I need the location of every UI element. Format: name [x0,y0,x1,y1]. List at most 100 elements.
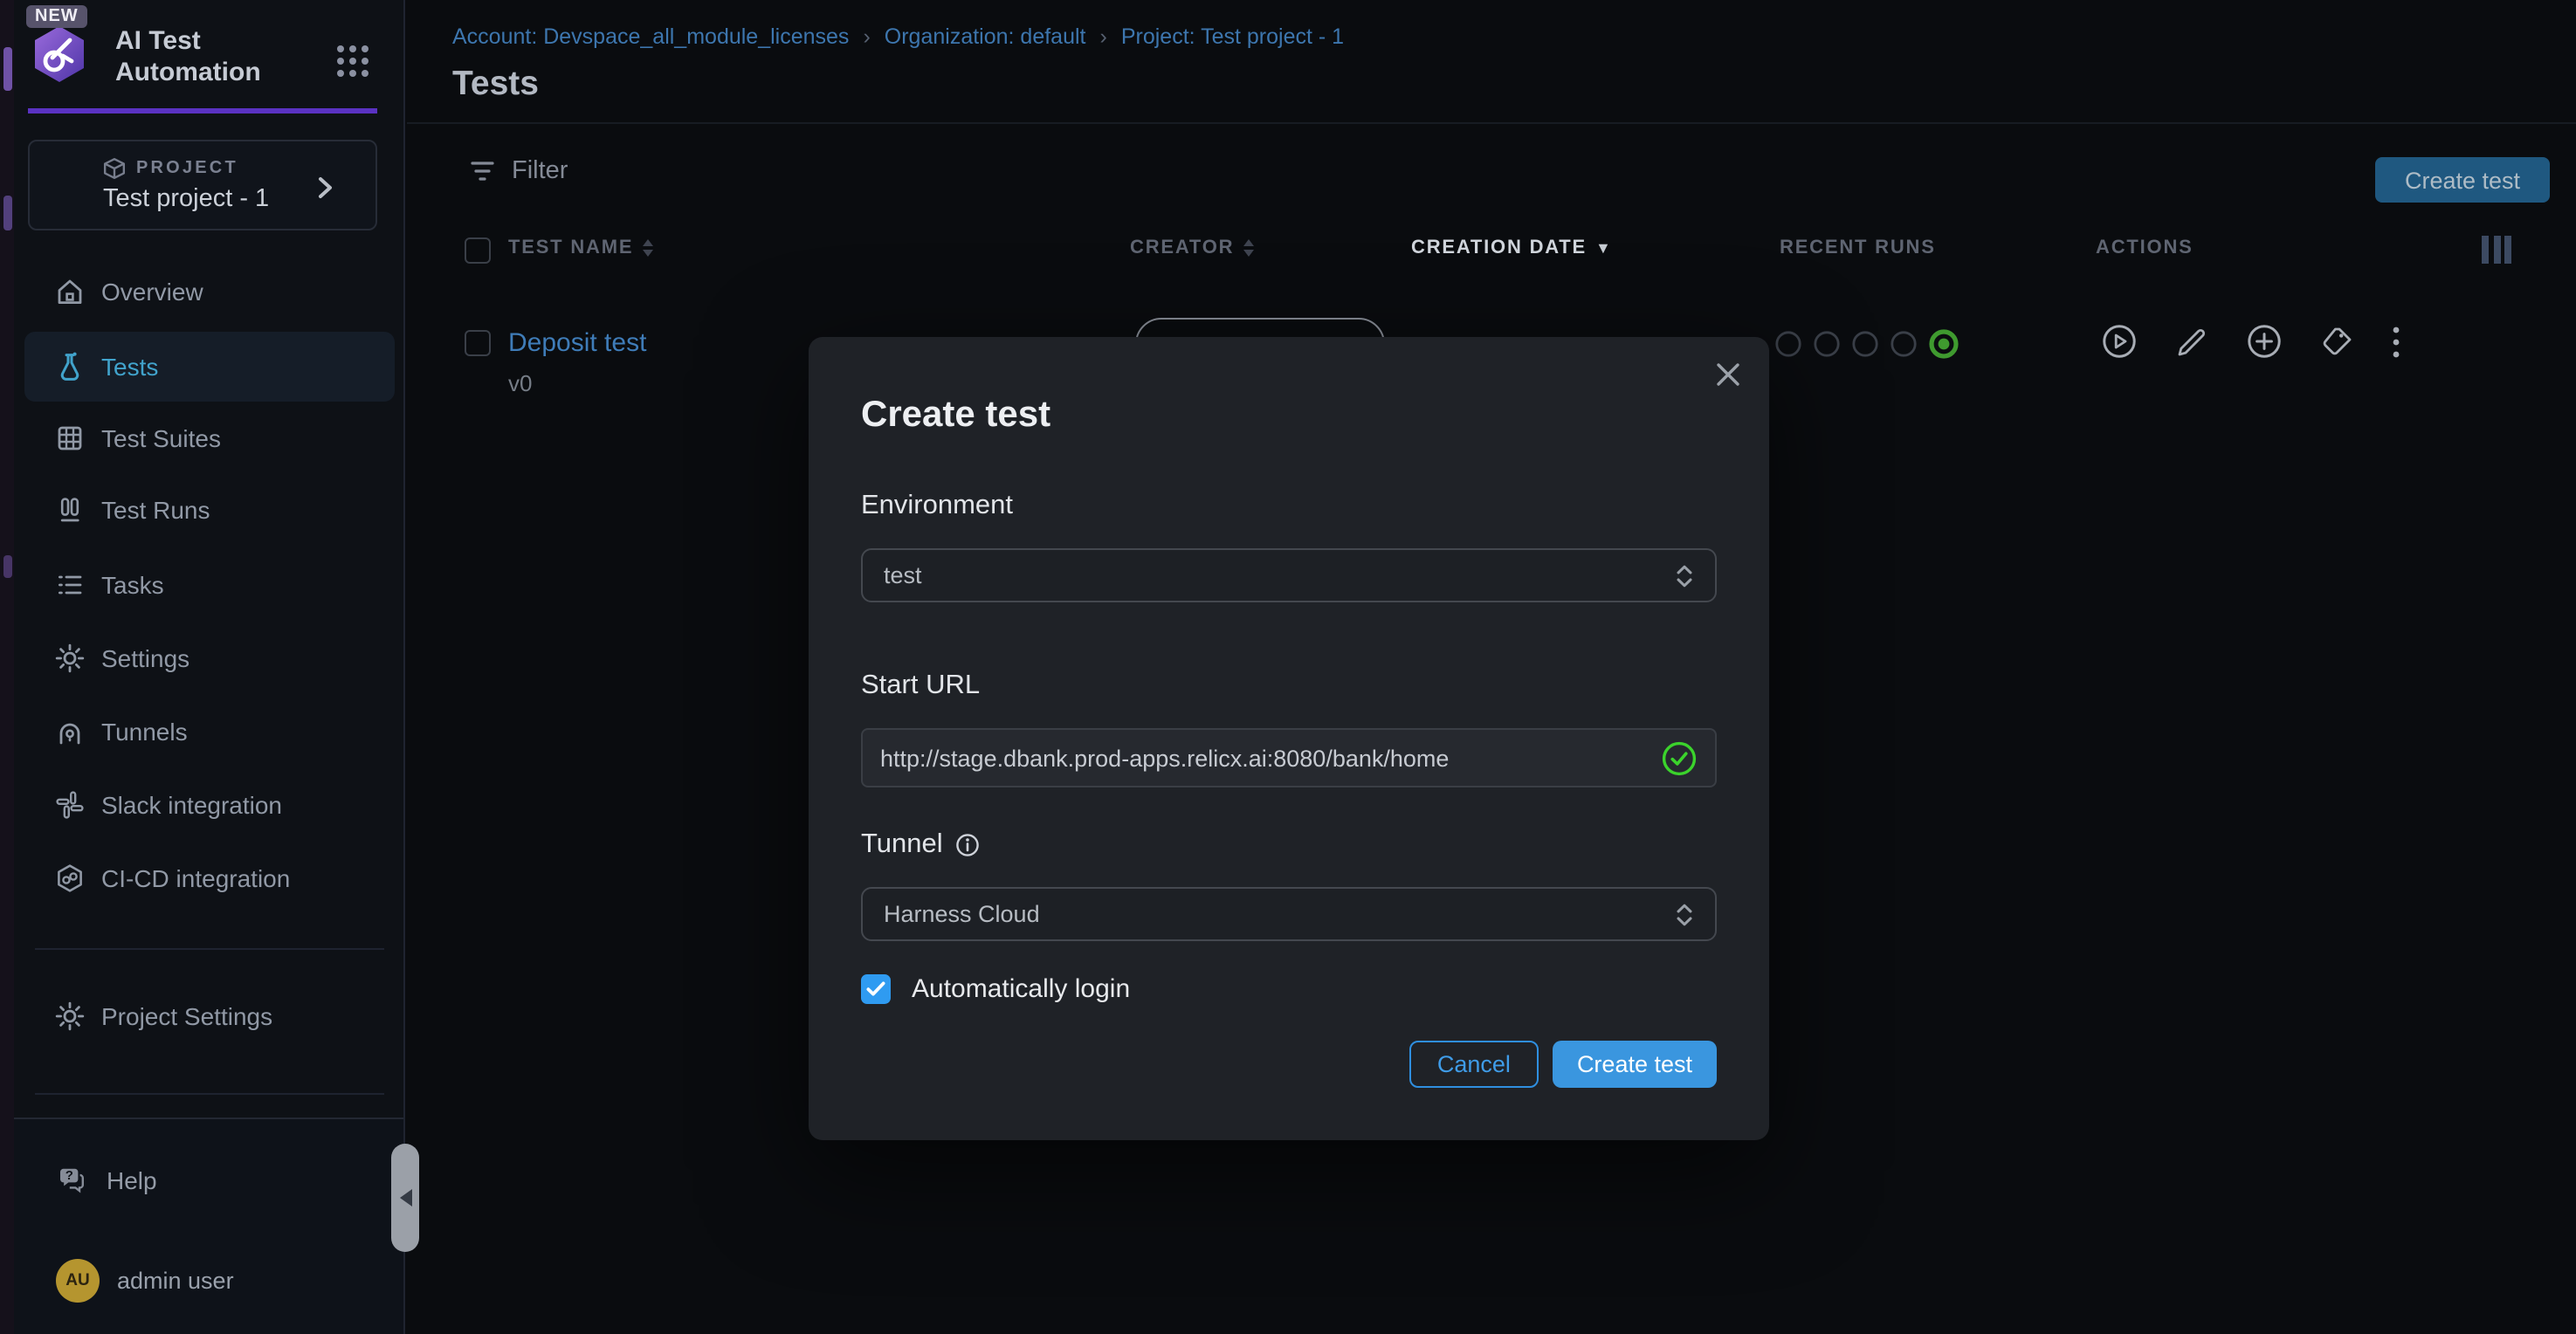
column-header-creator[interactable]: CREATOR [1130,237,1253,258]
page-header: Account: Devspace_all_module_licenses › … [407,0,2576,124]
tunnel-icon [54,716,86,747]
sidebar-item-label: Project Settings [101,1002,272,1030]
tunnel-value: Harness Cloud [884,901,1040,927]
environment-value: test [884,562,922,588]
breadcrumb-separator: › [1100,24,1107,49]
column-header-actions: ACTIONS [2096,237,2194,258]
add-icon[interactable] [2246,323,2283,360]
tunnel-label: Tunnel [861,829,980,861]
edit-icon[interactable] [2174,324,2209,359]
sidebar-item-label: Settings [101,644,189,672]
sidebar-item-project-settings[interactable]: Project Settings [24,981,395,1051]
brand-underline [28,108,377,113]
user-menu[interactable]: AU admin user [24,1245,391,1315]
filter-label: Filter [512,157,568,185]
sidebar-item-slack-integration[interactable]: Slack integration [24,770,395,840]
auto-login-row: Automatically login [861,974,1130,1004]
sort-desc-icon: ▼ [1595,239,1613,257]
run-empty-icon[interactable] [1813,330,1841,358]
run-empty-icon[interactable] [1890,330,1918,358]
create-test-modal: Create test Environment test Start URL T… [809,337,1769,1140]
gear-icon [54,1000,86,1032]
sidebar-item-label: CI-CD integration [101,864,290,892]
breadcrumb-account[interactable]: Account: Devspace_all_module_licenses [452,24,849,49]
run-empty-icon[interactable] [1774,330,1802,358]
select-chevrons-icon [1675,561,1694,589]
flask-icon [54,351,86,382]
rail-mark [3,196,11,230]
start-url-input[interactable] [880,745,1661,771]
breadcrumb-organization[interactable]: Organization: default [885,24,1086,49]
more-options-icon[interactable] [2391,324,2401,359]
sidebar-item-label: Overview [101,278,203,306]
sidebar-item-test-suites[interactable]: Test Suites [24,403,395,473]
tag-icon[interactable] [2319,324,2354,359]
auto-login-checkbox[interactable] [861,974,891,1004]
select-chevrons-icon [1675,900,1694,928]
breadcrumb-separator: › [863,24,870,49]
module-nav-rail [0,0,14,1334]
cicd-icon [54,863,86,894]
home-icon [54,276,86,307]
column-header-test-name[interactable]: TEST NAME [508,237,652,258]
test-name-link[interactable]: Deposit test [508,328,646,358]
sidebar-item-label: Tasks [101,571,164,599]
columns-icon [54,494,86,526]
select-all-checkbox[interactable] [465,237,491,264]
cancel-button[interactable]: Cancel [1409,1041,1539,1088]
list-icon [54,569,86,601]
new-badge: NEW [26,5,87,28]
column-settings-icon[interactable] [2482,236,2511,264]
create-test-button[interactable]: Create test [2375,157,2550,203]
page-title: Tests [452,65,539,105]
app-root: NEW AI Test Automation [0,0,2576,1334]
breadcrumb-project[interactable]: Project: Test project - 1 [1121,24,1344,49]
sort-icon [642,239,652,257]
sidebar-bottom: ? Help AU admin user [14,1117,403,1334]
sidebar-item-overview[interactable]: Overview [24,257,395,327]
rail-mark [3,555,11,578]
sidebar-item-cicd-integration[interactable]: CI-CD integration [24,843,395,913]
sidebar-item-help[interactable]: ? Help [24,1145,391,1215]
sidebar-item-label: Tests [101,353,158,381]
start-url-field [861,728,1717,787]
modal-footer: Cancel Create test [1409,1041,1717,1088]
test-version: v0 [508,370,532,396]
row-checkbox[interactable] [465,330,491,356]
sidebar-item-label: Slack integration [101,791,282,819]
filter-icon [470,159,498,183]
sidebar-item-settings[interactable]: Settings [24,623,395,693]
close-icon[interactable] [1713,360,1743,389]
gear-icon [54,643,86,674]
url-valid-check-icon [1661,739,1698,776]
avatar: AU [56,1258,100,1302]
sidebar-item-label: Test Suites [101,424,221,452]
column-header-recent-runs: RECENT RUNS [1780,237,1936,258]
sidebar-item-tunnels[interactable]: Tunnels [24,697,395,767]
sidebar-item-test-runs[interactable]: Test Runs [24,475,395,545]
info-icon[interactable] [955,833,980,857]
play-icon[interactable] [2101,323,2138,360]
cube-icon [103,157,126,180]
app-grid-icon[interactable] [332,40,374,82]
app-logo-icon [28,23,91,86]
user-name: admin user [117,1267,234,1293]
sidebar-divider [35,948,384,950]
sidebar: NEW AI Test Automation [14,0,405,1334]
column-header-creation-date[interactable]: CREATION DATE ▼ [1411,237,1613,258]
sidebar-item-tests[interactable]: Tests [24,332,395,402]
filter-button[interactable]: Filter [470,157,568,185]
slack-icon [54,789,86,821]
run-passed-icon[interactable] [1928,328,1960,360]
run-empty-icon[interactable] [1851,330,1879,358]
tunnel-select[interactable]: Harness Cloud [861,887,1717,941]
sidebar-item-tasks[interactable]: Tasks [24,550,395,620]
svg-text:?: ? [65,1168,73,1183]
environment-select[interactable]: test [861,548,1717,602]
sidebar-collapse-handle[interactable] [391,1144,419,1252]
modal-create-test-button[interactable]: Create test [1553,1041,1717,1088]
recent-runs-indicator [1774,328,1960,360]
project-selector[interactable]: PROJECT Test project - 1 [28,140,377,230]
collapse-arrow-icon [399,1189,411,1207]
breadcrumb: Account: Devspace_all_module_licenses › … [452,24,1344,49]
